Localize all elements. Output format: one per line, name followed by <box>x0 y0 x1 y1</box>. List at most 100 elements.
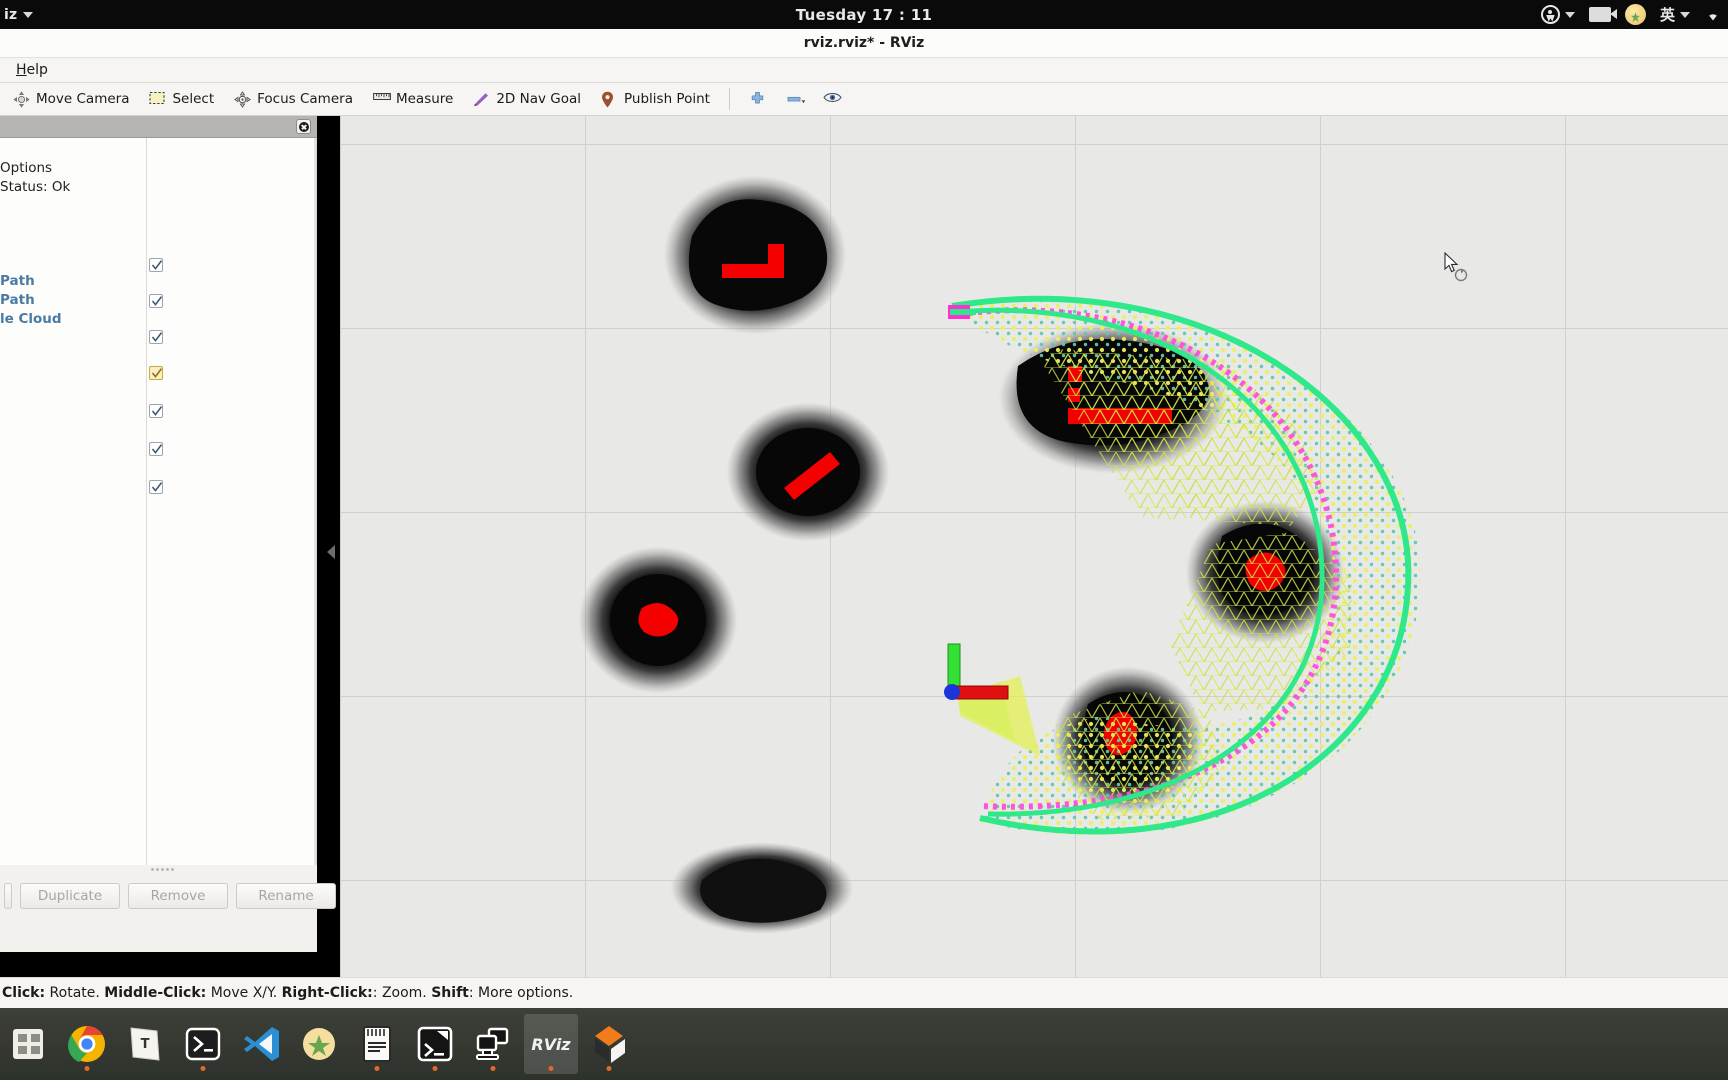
texmaker-label: T <box>140 1036 150 1052</box>
tree-row-label: Path <box>0 272 35 289</box>
rotate-cursor-badge <box>1454 268 1468 282</box>
running-indicator <box>606 1066 612 1071</box>
accessibility-icon <box>1540 5 1560 24</box>
menu-item-help[interactable]: Help <box>10 60 54 80</box>
taskbar-item-terminal[interactable] <box>176 1014 230 1074</box>
displays-panel-close-button[interactable] <box>296 119 311 134</box>
wifi-icon <box>1709 13 1717 20</box>
taskbar-item-pineapple[interactable] <box>292 1014 346 1074</box>
toolbar-separator <box>728 88 730 110</box>
tool-move-camera[interactable]: Move Camera <box>4 87 138 112</box>
status-seg: Rotate. <box>45 985 105 1001</box>
taskbar: T RViz <box>0 1008 1728 1080</box>
tool-add-panel[interactable] <box>740 87 775 112</box>
tree-row-checkbox[interactable] <box>149 480 163 494</box>
tree-row[interactable] <box>0 234 316 344</box>
gazebo-icon <box>587 1022 631 1066</box>
window-titlebar: rviz.rviz* - RViz <box>0 29 1728 58</box>
terminal-icon <box>181 1022 225 1066</box>
taskbar-item-gazebo[interactable] <box>582 1014 636 1074</box>
nav-goal-icon <box>473 91 490 108</box>
text-editor-icon <box>355 1022 399 1066</box>
tree-row-checkbox[interactable] <box>149 404 163 418</box>
chevron-down-icon <box>1680 11 1690 18</box>
tree-row-global-path[interactable]: Path <box>0 271 316 418</box>
close-icon <box>298 121 309 132</box>
tool-2d-nav-goal[interactable]: 2D Nav Goal <box>464 87 590 112</box>
rviz-window: iz Tuesday 17 : 11 英 rviz.rviz* - RViz H… <box>0 0 1728 1080</box>
tree-row[interactable] <box>0 198 316 272</box>
duplicate-button[interactable]: Duplicate <box>20 883 120 909</box>
tool-measure[interactable]: Measure <box>364 87 462 112</box>
tree-row-label: Path <box>0 291 35 308</box>
focus-camera-icon <box>234 90 252 108</box>
taskbar-item-vscode[interactable] <box>234 1014 288 1074</box>
publish-point-icon <box>601 91 618 108</box>
status-seg: Click: <box>2 985 46 1001</box>
render-view-3d[interactable] <box>340 116 1728 977</box>
displays-panel-buttons: Duplicate Remove Rename <box>0 883 336 909</box>
tree-row[interactable] <box>0 216 316 308</box>
user-account-menu[interactable] <box>1624 4 1646 25</box>
remove-tool-icon <box>786 91 805 108</box>
running-indicator <box>84 1066 90 1071</box>
tool-2d-nav-goal-label: 2D Nav Goal <box>496 91 582 107</box>
displays-tree[interactable]: Options Status: Ok Path Path le Cloud <box>0 138 317 865</box>
status-bar: Click: Rotate. Middle-Click: Move X/Y. R… <box>0 977 1728 1008</box>
tool-measure-label: Measure <box>395 91 454 107</box>
network-menu[interactable] <box>1704 7 1722 23</box>
measure-icon <box>373 91 391 108</box>
texmaker-icon: T <box>123 1022 167 1066</box>
tree-row-options[interactable]: Options <box>0 158 316 177</box>
running-indicator <box>432 1066 438 1071</box>
screencast-indicator[interactable] <box>1588 7 1617 22</box>
tree-row-checkbox[interactable] <box>149 330 163 344</box>
taskbar-item-remmina[interactable] <box>466 1014 520 1074</box>
tree-row-status[interactable]: Status: Ok <box>0 177 316 196</box>
tool-publish-point[interactable]: Publish Point <box>592 87 719 112</box>
taskbar-item-chrome[interactable] <box>60 1014 114 1074</box>
tool-publish-point-label: Publish Point <box>624 91 710 107</box>
tree-row-checkbox[interactable] <box>149 442 163 456</box>
system-app-menu[interactable]: iz <box>0 7 34 23</box>
add-display-button[interactable] <box>4 883 12 909</box>
status-seg: Middle-Click: <box>104 985 207 1001</box>
tool-move-camera-label: Move Camera <box>36 91 130 107</box>
tree-row-checkbox[interactable] <box>149 366 163 380</box>
tool-toggle-visibility[interactable] <box>814 87 849 112</box>
panel-collapse-handle[interactable] <box>325 540 336 564</box>
system-clock[interactable]: Tuesday 17 : 11 <box>0 6 1728 24</box>
rename-button[interactable]: Rename <box>236 883 336 909</box>
vscode-icon <box>239 1022 283 1066</box>
tool-focus-camera[interactable]: Focus Camera <box>225 87 362 112</box>
running-indicator <box>200 1066 206 1071</box>
taskbar-item-texmaker[interactable]: T <box>118 1014 172 1074</box>
eye-icon <box>823 91 842 108</box>
remove-button[interactable]: Remove <box>128 883 228 909</box>
tree-row[interactable] <box>0 252 316 380</box>
remmina-icon <box>471 1022 515 1066</box>
taskbar-item-rviz[interactable]: RViz <box>524 1014 578 1074</box>
tool-remove-panel[interactable] <box>777 87 812 112</box>
add-tool-icon <box>749 91 766 108</box>
move-camera-icon <box>13 90 30 108</box>
status-seg: Right-Click: <box>281 985 373 1001</box>
taskbar-item-text-editor[interactable] <box>350 1014 404 1074</box>
status-bar-text: Click: Rotate. Middle-Click: Move X/Y. R… <box>2 985 573 1001</box>
system-top-bar: iz Tuesday 17 : 11 英 <box>0 0 1728 29</box>
taskbar-item-terminator[interactable] <box>408 1014 462 1074</box>
select-icon <box>149 91 166 108</box>
tool-select[interactable]: Select <box>140 87 223 112</box>
accessibility-menu[interactable] <box>1540 5 1575 24</box>
costmap-scene <box>578 175 1421 934</box>
status-seg: : More options. <box>468 985 574 1001</box>
panel-resize-grip[interactable] <box>150 867 176 872</box>
tree-row-local-path[interactable]: Path <box>0 290 316 456</box>
running-indicator <box>374 1066 380 1071</box>
input-method-menu[interactable]: 英 <box>1660 4 1690 25</box>
tree-row-point-cloud[interactable]: le Cloud <box>0 309 316 494</box>
toolbar: Move Camera Select Focus Camera Measure … <box>0 83 1728 116</box>
status-seg: : Zoom. <box>372 985 432 1001</box>
taskbar-item-files[interactable] <box>2 1014 56 1074</box>
system-tray: 英 <box>1540 0 1728 29</box>
